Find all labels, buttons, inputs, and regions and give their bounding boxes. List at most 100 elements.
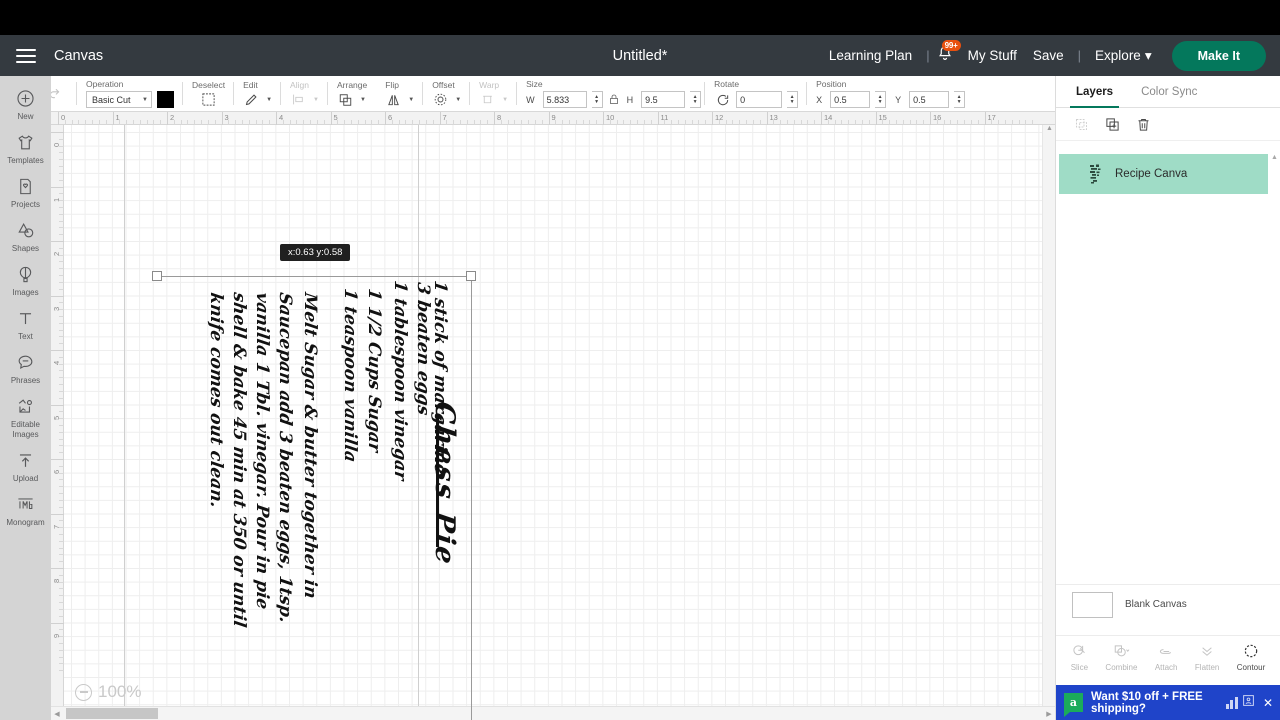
editable-images-icon	[16, 395, 35, 417]
zoom-level: 100%	[98, 682, 142, 701]
ruler-minor-tick	[59, 315, 64, 317]
blank-canvas-row[interactable]: Blank Canvas	[1056, 584, 1280, 624]
canvas-color-swatch[interactable]	[1072, 591, 1113, 618]
canvas-vertical-scrollbar[interactable]: ▲	[1042, 125, 1055, 707]
ruler-minor-tick	[173, 120, 175, 125]
layer-list-scrollbar[interactable]: ▲	[1271, 154, 1278, 624]
position-y-input[interactable]: 0.5	[909, 91, 950, 108]
sidebar-item-images[interactable]: Images	[0, 258, 51, 302]
sidebar-item-upload[interactable]: Upload	[0, 444, 51, 488]
chevron-down-icon[interactable]: ▼	[266, 97, 272, 103]
ruler-minor-tick	[664, 120, 666, 125]
size-width-input[interactable]: 5.833	[542, 91, 587, 108]
chevron-down-icon[interactable]: ▼	[408, 97, 414, 103]
learning-plan-link[interactable]: Learning Plan	[821, 48, 920, 63]
position-x-stepper[interactable]: ▲ ▼	[875, 91, 887, 108]
chevron-down-icon[interactable]: ▼	[360, 97, 366, 103]
scroll-right-arrow[interactable]: ▶	[1043, 710, 1055, 718]
position-y-label: Y	[895, 94, 902, 105]
delete-icon[interactable]	[1134, 115, 1152, 133]
ruler-minor-tick	[59, 213, 64, 215]
size-height-input[interactable]: 9.5	[641, 91, 686, 108]
deselect-icon[interactable]	[200, 92, 217, 108]
ruler-minor-tick	[378, 120, 380, 125]
sidebar-item-phrases[interactable]: Phrases	[0, 346, 51, 390]
rotate-input[interactable]: 0	[736, 91, 783, 108]
layer-list: Recipe Canva ▲	[1056, 144, 1280, 639]
size-height-label: H	[626, 94, 634, 105]
sidebar-label-monogram: Monogram	[6, 518, 45, 527]
size-width-stepper[interactable]: ▲ ▼	[591, 91, 603, 108]
promo-banner[interactable]: a Want $10 off + FREE shipping? ✕	[1056, 685, 1280, 720]
size-height-stepper[interactable]: ▲ ▼	[690, 91, 702, 108]
sidebar-item-monogram[interactable]: Monogram	[0, 488, 51, 532]
ruler-minor-tick	[316, 120, 318, 125]
ruler-minor-tick	[59, 431, 64, 433]
ruler-minor-tick	[59, 220, 64, 222]
sidebar-item-text[interactable]: Text	[0, 302, 51, 346]
offset-icon[interactable]	[432, 92, 449, 108]
ruler-minor-tick	[248, 120, 250, 125]
notifications-icon[interactable]: 99+	[936, 39, 961, 68]
selection-handle-top-right[interactable]	[466, 271, 476, 281]
tab-layers[interactable]: Layers	[1062, 76, 1127, 108]
left-sidebar: New Templates Projects Shapes Images Tex…	[0, 76, 51, 720]
scroll-up-arrow[interactable]: ▲	[1043, 125, 1055, 137]
ruler-tick	[51, 132, 64, 133]
ruler-minor-tick	[59, 615, 64, 617]
chevron-down-icon[interactable]: ▼	[455, 97, 461, 103]
selection-box[interactable]	[152, 271, 476, 720]
sidebar-item-shapes[interactable]: Shapes	[0, 214, 51, 258]
sidebar-item-editable-images[interactable]: Editable Images	[0, 390, 51, 444]
ruler-minor-tick	[1025, 120, 1027, 125]
position-y-stepper[interactable]: ▲ ▼	[954, 91, 966, 108]
ruler-minor-tick	[630, 120, 632, 125]
rotate-stepper[interactable]: ▲ ▼	[787, 91, 799, 108]
ruler-minor-tick	[677, 120, 679, 125]
explore-dropdown[interactable]: Explore ▾	[1087, 48, 1160, 64]
selection-handle-top-left[interactable]	[152, 271, 162, 281]
make-it-button[interactable]: Make It	[1171, 40, 1266, 71]
pencil-icon[interactable]	[243, 92, 260, 108]
zoom-control[interactable]: 100%	[75, 682, 141, 702]
scroll-left-arrow[interactable]: ◀	[51, 710, 63, 718]
promo-text: Want $10 off + FREE shipping?	[1091, 690, 1203, 715]
design-canvas[interactable]: Chess Pie 1 stick of margarine 3 beaten eg…	[51, 112, 1055, 720]
save-button[interactable]: Save	[1025, 48, 1072, 63]
zoom-out-icon[interactable]	[75, 683, 92, 701]
ruler-minor-tick	[861, 120, 863, 125]
duplicate-icon[interactable]	[1103, 115, 1121, 133]
arrange-label: Arrange	[336, 79, 368, 90]
operation-select[interactable]: Basic Cut ▼	[86, 91, 152, 108]
notification-count-badge: 99+	[941, 39, 961, 51]
lock-ratio-icon[interactable]	[608, 93, 620, 107]
operation-color-swatch[interactable]	[157, 91, 174, 108]
scroll-thumb[interactable]	[66, 707, 158, 719]
ruler-minor-tick	[59, 608, 64, 610]
ruler-minor-tick	[59, 206, 64, 208]
rotate-icon[interactable]	[714, 92, 731, 108]
sidebar-item-templates[interactable]: Templates	[0, 126, 51, 170]
attach-button: Attach	[1155, 642, 1178, 672]
ruler-minor-tick	[773, 120, 775, 125]
layer-row-recipe-canvas[interactable]: Recipe Canva	[1059, 154, 1268, 194]
tab-color-sync[interactable]: Color Sync	[1127, 76, 1211, 107]
menu-icon[interactable]	[16, 45, 36, 67]
ruler-minor-tick	[269, 120, 271, 125]
chevron-down-icon: ▾	[1144, 47, 1152, 63]
ruler-minor-tick	[59, 479, 64, 481]
position-x-input[interactable]: 0.5	[830, 91, 871, 108]
ruler-tick	[112, 112, 114, 125]
sidebar-item-new[interactable]: New	[0, 82, 51, 126]
close-icon[interactable]: ✕	[1263, 696, 1273, 710]
contour-button[interactable]: Contour	[1237, 642, 1265, 672]
sidebar-item-projects[interactable]: Projects	[0, 170, 51, 214]
flip-icon[interactable]	[385, 92, 402, 108]
arrange-icon[interactable]	[337, 92, 354, 108]
ruler-minor-tick	[528, 120, 530, 125]
ruler-minor-tick	[59, 275, 64, 277]
operation-group: Operation Basic Cut ▼	[77, 76, 183, 111]
rotate-group: Rotate 0 ▲ ▼	[705, 76, 808, 111]
selection-edge-top	[157, 276, 467, 277]
my-stuff-link[interactable]: My Stuff	[960, 48, 1025, 63]
